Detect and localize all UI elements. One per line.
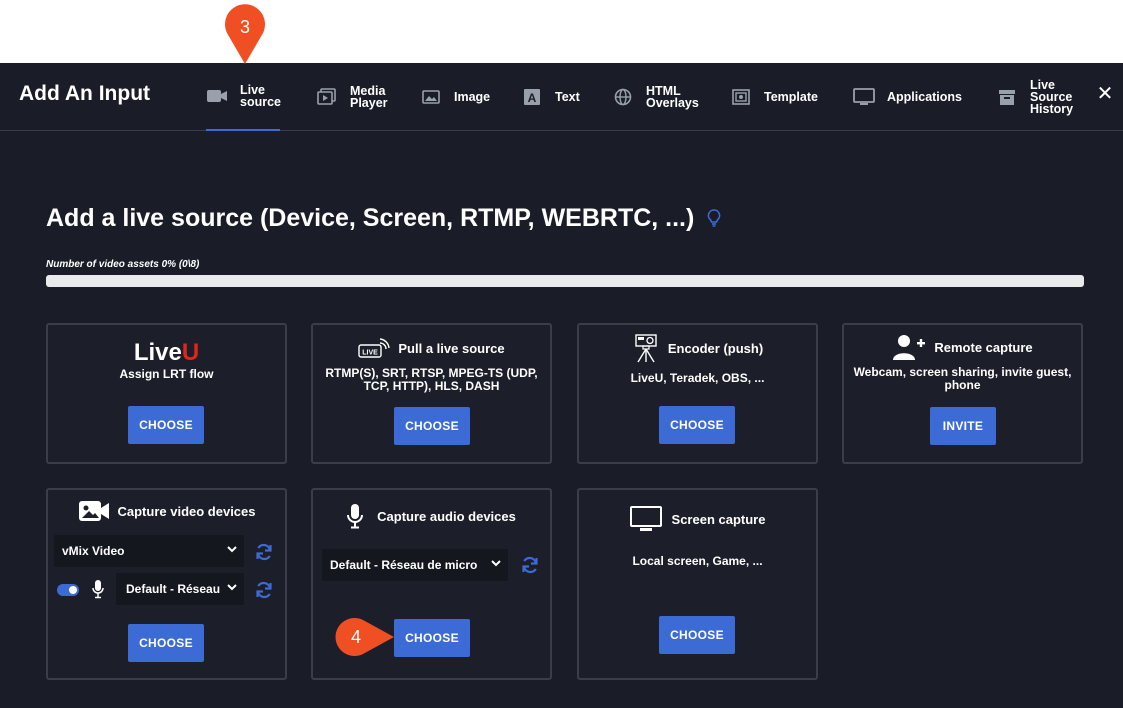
page-title-text: Add a live source (Device, Screen, RTMP,…: [46, 204, 695, 232]
encoder-choose-button[interactable]: CHOOSE: [659, 406, 735, 444]
assets-progress-bar: [46, 275, 1084, 287]
card-title: Capture audio devices: [313, 503, 550, 529]
toggle-knob: [69, 586, 77, 594]
microphone-icon: [347, 503, 364, 529]
card-title: Capture video devices: [48, 498, 285, 524]
card-capture-video-devices: Capture video devices vMix Video Default…: [46, 488, 287, 680]
card-subtitle: LiveU, Teradek, OBS, ...: [630, 371, 765, 385]
template-icon: [730, 86, 752, 108]
liveu-choose-button[interactable]: CHOOSE: [128, 406, 204, 444]
remote-invite-button[interactable]: INVITE: [930, 407, 996, 445]
tab-live-source-history[interactable]: Live Source History: [996, 63, 1073, 131]
select-value: Default - Réseau de micro: [330, 558, 478, 572]
tab-text[interactable]: A Text: [521, 63, 580, 131]
liveu-logo-text: Live: [133, 339, 182, 366]
card-title-text: Capture audio devices: [377, 508, 516, 524]
select-value: vMix Video: [62, 544, 125, 558]
dialog-header: Add An Input Live source Media Player Imag…: [0, 63, 1123, 131]
card-remote-capture: Remote capture Webcam, screen sharing, i…: [842, 323, 1083, 464]
media-player-icon: [316, 86, 338, 108]
monitor-icon: [629, 506, 662, 532]
video-choose-button[interactable]: CHOOSE: [128, 624, 204, 662]
tab-live-source[interactable]: Live source: [206, 63, 281, 131]
card-title-text: Remote capture: [934, 339, 1033, 355]
add-input-dialog: Add An Input Live source Media Player Imag…: [0, 63, 1123, 708]
liveu-logo: Live U: [48, 339, 285, 367]
microphone-icon: [92, 579, 104, 604]
card-title-text: Capture video devices: [117, 503, 256, 519]
card-title-text: Encoder (push): [667, 340, 764, 356]
card-pull-live-source: LIVE Pull a live source RTMP(S), SRT, RT…: [311, 323, 552, 464]
audio-device-select[interactable]: Default - Réseau de micro: [116, 573, 244, 605]
card-encoder-push: Encoder (push) LiveU, Teradek, OBS, ... …: [577, 323, 818, 464]
tab-media-player[interactable]: Media Player: [316, 63, 388, 131]
liveu-logo-text: U: [181, 339, 200, 366]
audio-choose-button[interactable]: CHOOSE: [394, 619, 470, 657]
tab-image[interactable]: Image: [420, 63, 490, 131]
step-3-callout: 3: [225, 4, 265, 64]
card-screen-capture: Screen capture Local screen, Game, ... C…: [577, 488, 818, 680]
assets-count-label: Number of video assets 0% (0\8): [46, 259, 200, 270]
tab-applications[interactable]: Applications: [853, 63, 962, 131]
card-subtitle: Assign LRT flow: [119, 367, 214, 381]
svg-text:LIVE: LIVE: [363, 350, 379, 357]
tab-label: Player: [350, 96, 388, 110]
globe-icon: [612, 86, 634, 108]
tab-label: Template: [764, 90, 818, 104]
top-margin: [0, 0, 1123, 63]
step-4-callout: 4: [335, 618, 394, 656]
card-subtitle: Webcam, screen sharing, invite guest, ph…: [853, 365, 1072, 392]
camera-tripod-icon: [632, 333, 660, 363]
refresh-icon[interactable]: [254, 542, 274, 562]
tab-html-overlays[interactable]: HTML Overlays: [612, 63, 699, 131]
screen-choose-button[interactable]: CHOOSE: [659, 616, 735, 654]
card-title-text: Screen capture: [671, 511, 766, 527]
tab-label: Overlays: [646, 96, 699, 110]
tab-label: source: [240, 95, 281, 109]
text-icon: A: [521, 86, 543, 108]
camera-icon: [206, 85, 228, 107]
add-user-icon: [892, 333, 926, 361]
refresh-icon[interactable]: [520, 555, 540, 575]
video-camera-icon: [78, 498, 110, 524]
tab-label: Text: [555, 90, 580, 104]
refresh-icon[interactable]: [254, 580, 274, 600]
pull-choose-button[interactable]: CHOOSE: [394, 407, 470, 445]
card-title: Screen capture: [579, 506, 816, 532]
tab-label: Applications: [887, 90, 963, 104]
svg-text:A: A: [528, 91, 537, 105]
audio-toggle[interactable]: [57, 584, 79, 596]
step-3-number: 3: [240, 17, 250, 37]
chevron-down-icon: [490, 557, 502, 572]
select-value: Default - Réseau de micro: [126, 582, 220, 596]
lightbulb-icon[interactable]: [707, 205, 721, 234]
step-4-number: 4: [351, 627, 361, 647]
video-device-select[interactable]: vMix Video: [54, 535, 244, 567]
close-icon[interactable]: ✕: [1095, 81, 1115, 105]
image-icon: [420, 86, 442, 108]
card-title: Remote capture: [844, 333, 1081, 361]
tab-label: Image: [454, 90, 491, 104]
card-subtitle: RTMP(S), SRT, RTSP, MPEG-TS (UDP, TCP, H…: [325, 366, 538, 393]
tab-label: History: [1030, 102, 1074, 116]
card-title: LIVE Pull a live source: [313, 337, 550, 359]
audio-device-select[interactable]: Default - Réseau de micro: [322, 549, 508, 581]
dialog-title: Add An Input: [19, 82, 151, 105]
page-title: Add a live source (Device, Screen, RTMP,…: [46, 204, 721, 234]
archive-icon: [996, 86, 1018, 108]
chevron-down-icon: [226, 581, 238, 596]
tab-template[interactable]: Template: [730, 63, 818, 131]
card-title-text: Pull a live source: [398, 340, 505, 356]
live-broadcast-icon: LIVE: [358, 337, 391, 359]
card-subtitle: Local screen, Game, ...: [632, 554, 763, 568]
monitor-icon: [853, 86, 875, 108]
card-title: Encoder (push): [579, 333, 816, 363]
chevron-down-icon: [226, 543, 238, 558]
card-liveu: Live U Assign LRT flow CHOOSE: [46, 323, 287, 464]
